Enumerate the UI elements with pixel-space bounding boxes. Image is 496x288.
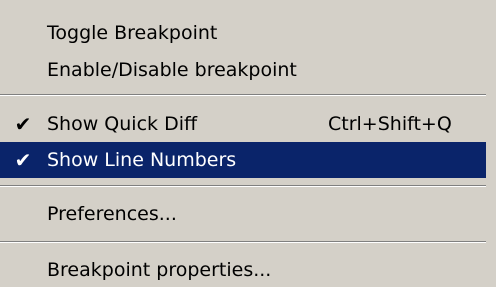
menu-separator [0, 241, 486, 243]
menu-item-breakpoint-properties[interactable]: Breakpoint properties... [0, 252, 486, 288]
menu-item-show-quick-diff[interactable]: ✔ Show Quick Diff Ctrl+Shift+Q [0, 106, 486, 142]
checkmark-icon: ✔ [14, 112, 32, 136]
menu-separator [0, 185, 486, 187]
menu-item-label: Show Line Numbers [47, 149, 237, 171]
menu-item-preferences[interactable]: Preferences... [0, 196, 486, 232]
menu-item-toggle-breakpoint[interactable]: Toggle Breakpoint [0, 15, 486, 51]
menu-item-label: Breakpoint properties... [47, 259, 272, 281]
menu-separator [0, 94, 486, 96]
menu-item-label: Preferences... [47, 203, 177, 225]
menu-item-enable-disable-breakpoint[interactable]: Enable/Disable breakpoint [0, 52, 486, 88]
context-menu: Toggle Breakpoint Enable/Disable breakpo… [0, 0, 496, 287]
menu-item-label: Enable/Disable breakpoint [47, 59, 297, 81]
menu-item-shortcut: Ctrl+Shift+Q [328, 113, 452, 135]
checkmark-icon: ✔ [14, 148, 32, 172]
menu-item-label: Show Quick Diff [47, 113, 198, 135]
menu-item-show-line-numbers[interactable]: ✔ Show Line Numbers [0, 142, 486, 178]
menu-item-label: Toggle Breakpoint [47, 22, 218, 44]
